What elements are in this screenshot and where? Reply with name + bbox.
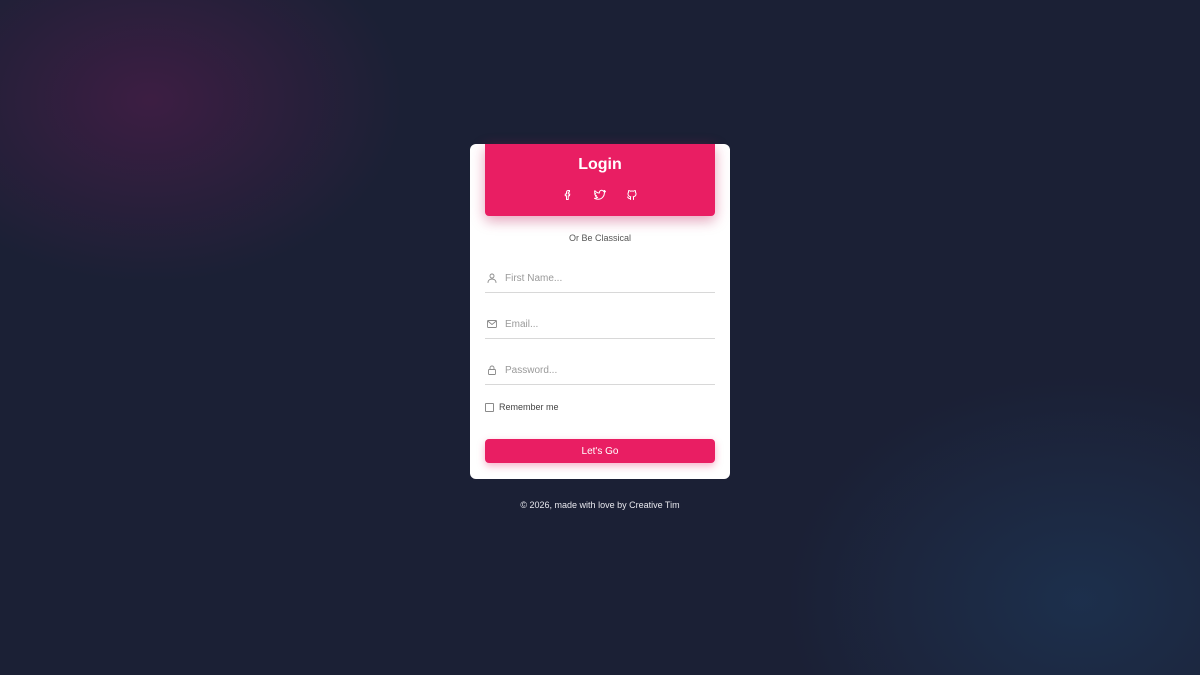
footer-copyright: © 2026, made with love by Creative Tim bbox=[520, 500, 680, 510]
email-field bbox=[485, 310, 715, 339]
mail-icon bbox=[485, 318, 498, 331]
remember-me-label[interactable]: Remember me bbox=[499, 402, 559, 412]
twitter-icon bbox=[594, 189, 606, 200]
email-input[interactable] bbox=[505, 318, 705, 330]
remember-me-checkbox[interactable] bbox=[485, 402, 494, 412]
social-login-row bbox=[485, 188, 715, 204]
card-title: Login bbox=[578, 156, 622, 173]
lock-icon bbox=[485, 364, 498, 377]
password-input[interactable] bbox=[505, 364, 705, 376]
twitter-button[interactable] bbox=[593, 188, 607, 202]
github-icon bbox=[627, 190, 637, 200]
user-icon bbox=[485, 272, 498, 285]
github-button[interactable] bbox=[625, 188, 639, 202]
submit-button[interactable]: Let's Go bbox=[485, 439, 715, 463]
facebook-button[interactable] bbox=[561, 188, 575, 202]
facebook-icon bbox=[564, 190, 571, 200]
first-name-input[interactable] bbox=[505, 272, 705, 284]
subtitle: Or Be Classical bbox=[568, 233, 631, 243]
remember-me: Remember me bbox=[485, 402, 559, 412]
card-header: Login bbox=[485, 144, 715, 216]
login-card: Login Or Be Classical First Name... Emai… bbox=[470, 144, 730, 479]
first-name-field bbox=[485, 264, 715, 293]
password-field bbox=[485, 356, 715, 385]
